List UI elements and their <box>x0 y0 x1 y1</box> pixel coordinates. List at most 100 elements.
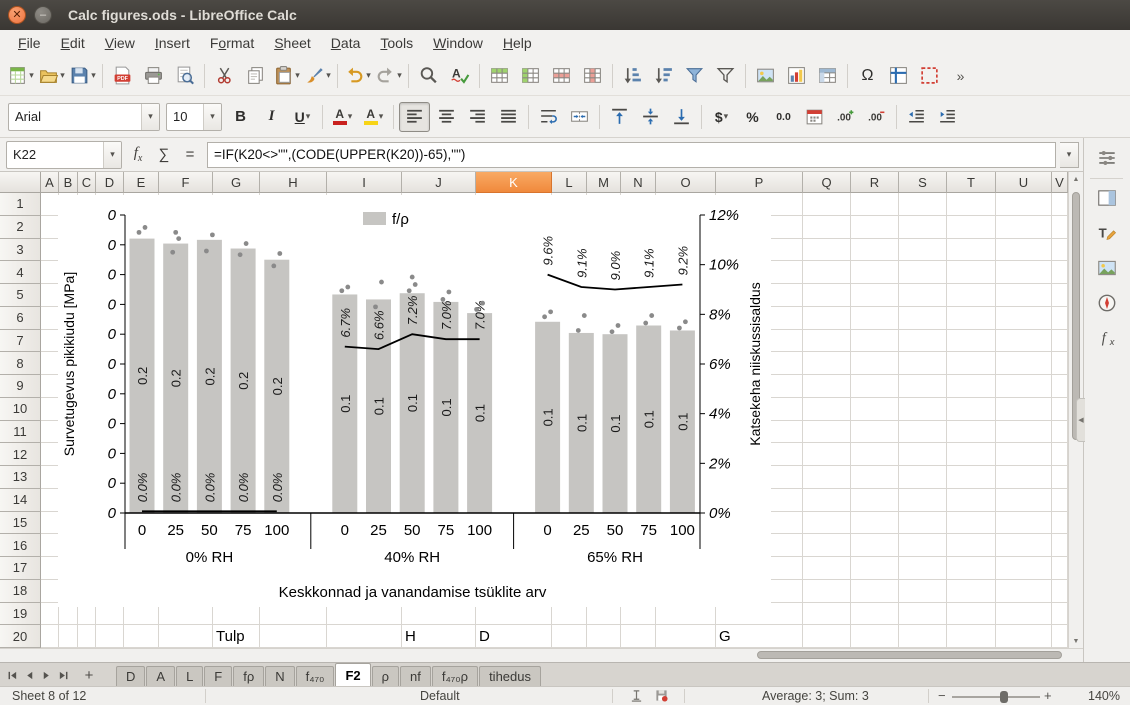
sheet-tab-fρ[interactable]: fρ <box>233 666 264 686</box>
sheet-tab-tihedus[interactable]: tihedus <box>479 666 541 686</box>
font-color-button[interactable]: A▾ <box>328 103 357 131</box>
sheet-tab-nf[interactable]: nf <box>400 666 431 686</box>
column-header-C[interactable]: C <box>78 172 96 193</box>
print-area-button[interactable] <box>915 62 944 90</box>
horizontal-scrollbar[interactable] <box>0 648 1083 662</box>
cell-K20[interactable]: D <box>476 625 490 648</box>
column-header-T[interactable]: T <box>947 172 996 193</box>
insert-row-above-button[interactable] <box>485 62 514 90</box>
next-sheet-button[interactable] <box>38 665 55 685</box>
zoom-in-button[interactable]: + <box>1044 688 1052 703</box>
menu-window[interactable]: Window <box>423 32 493 54</box>
align-justify-button[interactable] <box>494 103 523 131</box>
minimize-button[interactable]: – <box>34 6 52 24</box>
align-left-button[interactable] <box>399 102 430 132</box>
spelling-button[interactable]: A <box>445 62 474 90</box>
insert-column-before-button[interactable] <box>516 62 545 90</box>
special-character-button[interactable]: Ω <box>853 62 882 90</box>
sort-descending-button[interactable] <box>649 62 678 90</box>
column-header-K[interactable]: K <box>476 172 552 193</box>
dropdown-arrow-icon[interactable]: ▾ <box>326 70 331 81</box>
increase-indent-button[interactable] <box>933 103 962 131</box>
zoom-out-button[interactable]: − <box>938 688 946 703</box>
align-bottom-button[interactable] <box>667 103 696 131</box>
scroll-up-icon[interactable]: ▲ <box>1069 172 1083 186</box>
print-button[interactable] <box>139 62 168 90</box>
sidebar-settings-button[interactable] <box>1093 146 1121 174</box>
decrease-indent-button[interactable] <box>902 103 931 131</box>
column-header-O[interactable]: O <box>656 172 716 193</box>
undo-button[interactable]: ▾ <box>343 62 372 90</box>
row-header-11[interactable]: 11 <box>0 421 41 444</box>
align-top-button[interactable] <box>605 103 634 131</box>
column-header-M[interactable]: M <box>587 172 621 193</box>
add-decimal-button[interactable]: .00 <box>831 103 860 131</box>
zoom-slider-track[interactable] <box>952 696 1040 698</box>
column-header-N[interactable]: N <box>621 172 656 193</box>
first-sheet-button[interactable] <box>4 665 21 685</box>
sheet-tab-A[interactable]: A <box>146 666 175 686</box>
format-percent-button[interactable]: % <box>738 103 767 131</box>
row-header-20[interactable]: 20 <box>0 625 41 648</box>
column-header-G[interactable]: G <box>213 172 260 193</box>
function-wizard-button[interactable]: fx <box>125 142 151 168</box>
dropdown-arrow-icon[interactable]: ▾ <box>29 70 34 81</box>
row-header-4[interactable]: 4 <box>0 261 41 284</box>
row-header-6[interactable]: 6 <box>0 307 41 330</box>
italic-button[interactable]: I <box>257 103 286 131</box>
sheet-tab-D[interactable]: D <box>116 666 145 686</box>
cell-G20[interactable]: Tulp <box>213 625 245 648</box>
row-header-9[interactable]: 9 <box>0 375 41 398</box>
zoom-slider-thumb[interactable] <box>1000 691 1008 703</box>
close-button[interactable]: ✕ <box>8 6 26 24</box>
align-center-button[interactable] <box>432 103 461 131</box>
sheet-tab-N[interactable]: N <box>265 666 294 686</box>
menu-tools[interactable]: Tools <box>370 32 423 54</box>
column-header-V[interactable]: V <box>1052 172 1068 193</box>
row-header-5[interactable]: 5 <box>0 284 41 307</box>
previous-sheet-button[interactable] <box>21 665 38 685</box>
merge-cells-button[interactable] <box>565 103 594 131</box>
menu-sheet[interactable]: Sheet <box>264 32 321 54</box>
menu-format[interactable]: Format <box>200 32 264 54</box>
chevron-down-icon[interactable]: ▾ <box>103 142 121 168</box>
menu-view[interactable]: View <box>95 32 145 54</box>
clone-formatting-button[interactable]: ▾ <box>303 62 332 90</box>
select-all-corner[interactable] <box>0 172 41 193</box>
zoom-level[interactable]: 140% <box>1060 689 1120 703</box>
find-replace-button[interactable] <box>414 62 443 90</box>
center-vertical-button[interactable] <box>636 103 665 131</box>
row-header-1[interactable]: 1 <box>0 193 41 216</box>
cut-button[interactable] <box>210 62 239 90</box>
save-button[interactable]: ▾ <box>68 62 97 90</box>
pivot-table-button[interactable] <box>813 62 842 90</box>
column-header-Q[interactable]: Q <box>803 172 851 193</box>
format-currency-button[interactable]: $▾ <box>707 103 736 131</box>
styles-button[interactable]: T <box>1093 221 1121 249</box>
dropdown-arrow-icon[interactable]: ▾ <box>379 111 384 122</box>
column-header-J[interactable]: J <box>402 172 476 193</box>
chevron-down-icon[interactable]: ▾ <box>141 104 159 130</box>
column-header-H[interactable]: H <box>260 172 327 193</box>
functions-button[interactable]: fx <box>1093 326 1121 354</box>
dropdown-arrow-icon[interactable]: ▾ <box>306 111 311 122</box>
highlight-color-button[interactable]: A▾ <box>359 103 388 131</box>
format-date-button[interactable] <box>800 103 829 131</box>
format-number-button[interactable]: 0.0 <box>769 103 798 131</box>
row-header-15[interactable]: 15 <box>0 512 41 535</box>
dropdown-arrow-icon[interactable]: ▾ <box>60 70 65 81</box>
chevron-down-icon[interactable]: ▾ <box>203 104 221 130</box>
row-header-18[interactable]: 18 <box>0 580 41 603</box>
properties-button[interactable] <box>1093 186 1121 214</box>
column-header-A[interactable]: A <box>41 172 59 193</box>
formula-input[interactable] <box>208 147 1055 162</box>
cell-reference-input[interactable] <box>7 147 103 162</box>
redo-button[interactable]: ▾ <box>374 62 403 90</box>
insert-chart-button[interactable] <box>782 62 811 90</box>
selection-mode-icon[interactable] <box>630 689 644 703</box>
copy-button[interactable] <box>241 62 270 90</box>
column-header-B[interactable]: B <box>59 172 78 193</box>
horizontal-scroll-thumb[interactable] <box>757 651 1062 659</box>
gallery-button[interactable] <box>1093 256 1121 284</box>
freeze-panes-button[interactable] <box>884 62 913 90</box>
